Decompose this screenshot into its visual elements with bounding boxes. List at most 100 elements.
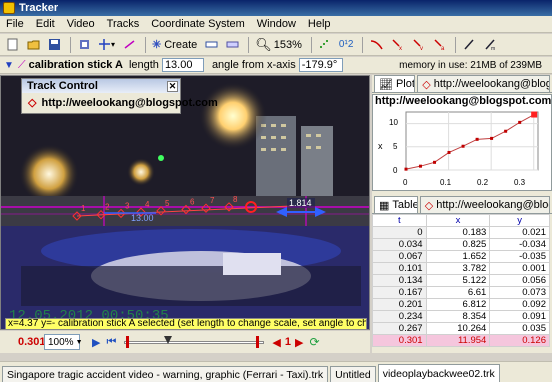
close-icon[interactable]: ✕: [167, 80, 178, 92]
step-back-icon[interactable]: ◀: [272, 336, 280, 349]
table-row[interactable]: 0.101 3.782 0.001: [372, 262, 550, 275]
menu-help[interactable]: Help: [302, 18, 337, 30]
play-icon[interactable]: ▶: [92, 336, 100, 349]
rate-selector[interactable]: 100% ▼: [44, 334, 83, 350]
table-cell-y[interactable]: 0.091: [489, 310, 550, 323]
table-cell-y[interactable]: 0.021: [489, 226, 550, 239]
plot-area[interactable]: http://weelookang@blogspot.com x 10 5 0 …: [372, 94, 552, 191]
track-button[interactable]: ◇ http://weelookang@blogspot.com: [22, 93, 218, 112]
table-cell-x[interactable]: 1.652: [425, 250, 491, 263]
angle-field[interactable]: [298, 58, 343, 72]
table-cell-x[interactable]: 6.61: [425, 286, 491, 299]
plot-point[interactable]: [433, 160, 437, 164]
plot-point[interactable]: [504, 129, 508, 133]
time-readout[interactable]: 0.301: [18, 336, 46, 348]
table-cell-y[interactable]: 0.001: [489, 262, 550, 275]
plot-point-selected[interactable]: [531, 111, 538, 118]
table-cell-x[interactable]: 3.782: [425, 262, 491, 275]
table-cell-y[interactable]: -0.035: [489, 250, 550, 263]
tab-document-2[interactable]: Untitled: [330, 366, 376, 382]
create-button[interactable]: ✳ Create: [150, 36, 199, 54]
table-row[interactable]: 0.167 6.61 0.073: [372, 286, 550, 299]
column-header-y[interactable]: y: [489, 214, 550, 227]
table-cell-x[interactable]: 10.264: [425, 322, 491, 335]
plot-point[interactable]: [518, 120, 522, 124]
table-cell-t[interactable]: 0.201: [372, 298, 427, 311]
track-control-window[interactable]: Track Control ✕ ◇ http://weelookang@blog…: [21, 78, 218, 114]
data-table[interactable]: t x y 0 0.183 0.021 0.034 0.825 -0.034 0.067 1.…: [372, 214, 550, 347]
step-forward-icon[interactable]: ▶: [295, 336, 303, 349]
open-button[interactable]: [24, 36, 42, 54]
table-cell-x[interactable]: 11.954: [425, 334, 491, 347]
table-cell-t[interactable]: 0.234: [372, 310, 427, 323]
track-menu-arrow-icon[interactable]: ▼: [4, 60, 14, 71]
table-cell-x[interactable]: 5.122: [425, 274, 491, 287]
tab-document-1[interactable]: Singapore tragic accident video - warnin…: [2, 366, 329, 382]
acceleration-button[interactable]: a: [430, 36, 448, 54]
table-row[interactable]: 0.301 11.954 0.126: [372, 334, 550, 347]
position-button[interactable]: x: [388, 36, 406, 54]
video-frame[interactable]: 12345678 13.00 1.814 12.05.2012 00:50:35: [1, 76, 370, 330]
plot-point[interactable]: [418, 164, 422, 168]
table-cell-t[interactable]: 0.267: [372, 322, 427, 335]
loop-icon[interactable]: ⟳: [309, 335, 319, 349]
track-control-header[interactable]: Track Control ✕: [22, 79, 180, 93]
table-cell-t[interactable]: 0.034: [372, 238, 427, 251]
table-cell-y[interactable]: -0.034: [489, 238, 550, 251]
plot-point[interactable]: [490, 136, 494, 140]
table-cell-x[interactable]: 0.183: [425, 226, 491, 239]
tab-document-3[interactable]: videoplaybackwee02.trk: [377, 364, 500, 382]
plot-chart[interactable]: x 10 5 0 0 0.1 0.2 0.3: [373, 107, 551, 189]
path-button[interactable]: [367, 36, 385, 54]
zoom-button[interactable]: 🔍︎ 153%: [253, 36, 304, 54]
calibration-name[interactable]: calibration stick A: [29, 59, 123, 71]
table-cell-y[interactable]: 0.126: [489, 334, 550, 347]
tab-table[interactable]: ▦ Table: [374, 196, 418, 213]
velocity-button[interactable]: v: [409, 36, 427, 54]
tape-measure-button[interactable]: [120, 36, 138, 54]
menu-window[interactable]: Window: [251, 18, 302, 30]
plot-point[interactable]: [404, 167, 408, 171]
table-cell-t[interactable]: 0.134: [372, 274, 427, 287]
table-cell-x[interactable]: 0.825: [425, 238, 491, 251]
new-tab-button[interactable]: [3, 36, 21, 54]
autotracker-button[interactable]: [223, 36, 241, 54]
table-row[interactable]: 0.134 5.122 0.056: [372, 274, 550, 287]
table-row[interactable]: 0.067 1.652 -0.035: [372, 250, 550, 263]
momentum-button[interactable]: m: [481, 36, 499, 54]
axes-button[interactable]: ▾: [96, 36, 117, 54]
plot-point[interactable]: [475, 137, 479, 141]
tab-table-track[interactable]: ◇http://weelookang@blogsp: [419, 196, 550, 213]
table-cell-t[interactable]: 0.167: [372, 286, 427, 299]
table-cell-t[interactable]: 0: [372, 226, 427, 239]
table-row[interactable]: 0 0.183 0.021: [372, 226, 550, 239]
table-cell-x[interactable]: 8.354: [425, 310, 491, 323]
tab-plot-track[interactable]: ◇http://weelookang@blogsp: [417, 75, 550, 92]
column-header-t[interactable]: t: [372, 214, 427, 227]
table-row[interactable]: 0.267 10.264 0.035: [372, 322, 550, 335]
menu-file[interactable]: File: [0, 18, 30, 30]
table-cell-x[interactable]: 6.812: [425, 298, 491, 311]
track-list-button[interactable]: [202, 36, 220, 54]
menu-coordinate-system[interactable]: Coordinate System: [145, 18, 251, 30]
table-cell-y[interactable]: 0.073: [489, 286, 550, 299]
step-size[interactable]: 1: [285, 336, 291, 348]
tab-plot[interactable]: 📈︎ Plot: [374, 75, 416, 92]
menu-tracks[interactable]: Tracks: [101, 18, 146, 30]
save-button[interactable]: [45, 36, 63, 54]
table-cell-y[interactable]: 0.092: [489, 298, 550, 311]
length-field[interactable]: [161, 58, 204, 72]
table-cell-t[interactable]: 0.101: [372, 262, 427, 275]
table-cell-y[interactable]: 0.056: [489, 274, 550, 287]
clip-settings-button[interactable]: [75, 36, 93, 54]
labels-button[interactable]: 0¹2: [337, 36, 355, 54]
impulse-button[interactable]: [460, 36, 478, 54]
menu-edit[interactable]: Edit: [30, 18, 61, 30]
trails-button[interactable]: [316, 36, 334, 54]
plot-point[interactable]: [447, 150, 451, 154]
table-row[interactable]: 0.034 0.825 -0.034: [372, 238, 550, 251]
menu-video[interactable]: Video: [61, 18, 101, 30]
column-header-x[interactable]: x: [425, 214, 491, 227]
reset-icon[interactable]: ⏮: [106, 336, 116, 349]
table-row[interactable]: 0.201 6.812 0.092: [372, 298, 550, 311]
